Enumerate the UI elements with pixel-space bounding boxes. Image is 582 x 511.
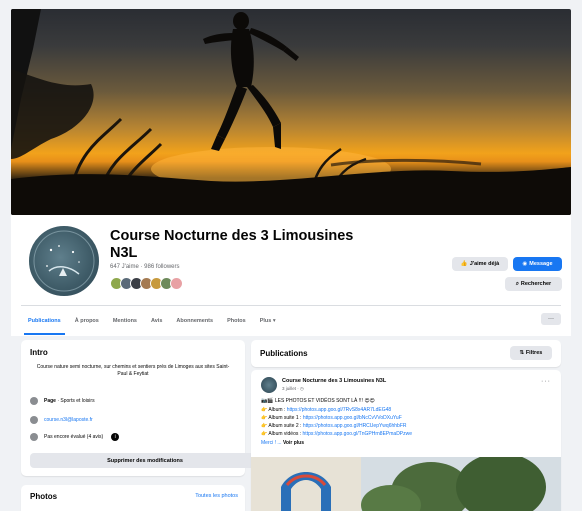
message-button-label: Message xyxy=(529,261,553,267)
photos-card: Photos Toutes les photos xyxy=(21,485,245,511)
post-see-more-line: Merci ! ... Voir plus xyxy=(261,440,304,446)
post-album-label: 👉 Album vidéos : xyxy=(261,431,303,437)
post-album-link[interactable]: https://photos.app.goo.gl/HRCUepYwq6hhbF… xyxy=(303,423,407,429)
avatar-logo-illustration xyxy=(33,230,95,292)
category-label: Page xyxy=(44,398,56,404)
post-album-line: 👉 Album vidéos : https://photos.app.goo.… xyxy=(261,431,412,437)
post-image[interactable] xyxy=(251,457,561,511)
cover-photo-illustration xyxy=(11,9,571,215)
post-album-line: 👉 Album suite 2 : https://photos.app.goo… xyxy=(261,423,406,429)
tab-avis[interactable]: Avis xyxy=(144,311,169,331)
tab-publications[interactable]: Publications xyxy=(21,311,68,335)
filter-button[interactable]: ⇅ Filtres xyxy=(510,346,552,360)
post-author-avatar[interactable] xyxy=(261,377,277,393)
messenger-icon: ◉ xyxy=(522,261,528,267)
liked-button[interactable]: 👍 J'aime déjà xyxy=(452,257,508,271)
header-divider xyxy=(21,305,561,306)
page-tabs: Publications À propos Mentions Avis Abon… xyxy=(21,311,283,335)
post-menu-icon[interactable]: ··· xyxy=(541,378,551,385)
post-headline: 📷🎬 LES PHOTOS ET VIDÉOS SONT LÀ !!! 😍😍 xyxy=(261,398,375,404)
tab-mentions[interactable]: Mentions xyxy=(106,311,144,331)
search-button[interactable]: ⌕ Rechercher xyxy=(505,277,562,291)
star-icon xyxy=(30,433,38,441)
follower-avatar[interactable] xyxy=(170,277,183,290)
intro-rating-row: Pas encore évalué (4 avis) i xyxy=(30,433,120,441)
tab-photos[interactable]: Photos xyxy=(220,311,253,331)
rating-text: Pas encore évalué (4 avis) xyxy=(44,434,104,440)
intro-title: Intro xyxy=(30,348,48,357)
post-text-prefix: Merci ! ... xyxy=(261,440,283,446)
flag-icon xyxy=(30,397,38,405)
post-album-label: 👉 Album suite 1 : xyxy=(261,415,303,421)
info-icon[interactable]: i xyxy=(111,433,120,441)
cover-photo[interactable] xyxy=(11,9,571,215)
page-title: Course Nocturne des 3 Limousines N3L xyxy=(110,228,354,261)
post-card: Course Nocturne des 3 Limousines N3L 3 j… xyxy=(251,370,561,511)
tab-abonnements[interactable]: Abonnements xyxy=(169,311,220,331)
intro-description: Course nature semi nocturne, sur chemins… xyxy=(36,364,230,377)
publications-title: Publications xyxy=(260,349,308,358)
see-all-photos-link[interactable]: Toutes les photos xyxy=(195,493,238,499)
category-value[interactable]: Sports et loisirs xyxy=(60,398,94,404)
edit-details-button[interactable]: Supprimer des modifications xyxy=(30,453,260,468)
intro-email-row: course.n3l@laposte.fr xyxy=(30,416,93,424)
tab-more[interactable]: Plus ▾ xyxy=(253,311,283,331)
follower-avatars[interactable] xyxy=(110,277,183,291)
post-author[interactable]: Course Nocturne des 3 Limousines N3L xyxy=(282,378,386,384)
email-link[interactable]: course.n3l@laposte.fr xyxy=(44,417,93,423)
post-album-label: 👉 Album : xyxy=(261,407,287,413)
message-button[interactable]: ◉ Message xyxy=(513,257,562,271)
more-options-button[interactable]: ··· xyxy=(541,313,561,325)
email-icon xyxy=(30,416,38,424)
tab-a-propos[interactable]: À propos xyxy=(68,311,106,331)
page-stats[interactable]: 647 J'aime · 986 followers xyxy=(110,264,180,270)
photos-title: Photos xyxy=(30,492,58,501)
post-album-line: 👉 Album : https://photos.app.goo.gl/7RvS… xyxy=(261,407,391,413)
post-album-link[interactable]: https://photos.app.goo.gl/TnGPHrn8EPmaDP… xyxy=(303,431,413,437)
publications-card: Publications ⇅ Filtres xyxy=(251,340,561,367)
search-button-label: Rechercher xyxy=(520,281,552,287)
search-icon: ⌕ xyxy=(515,280,519,287)
intro-category-row: Page · Sports et loisirs xyxy=(30,397,95,405)
post-album-line: 👉 Album suite 1 : https://photos.app.goo… xyxy=(261,415,402,421)
filter-button-label: Filtres xyxy=(525,350,543,356)
post-album-label: 👉 Album suite 2 : xyxy=(261,423,303,429)
thumbs-up-icon: 👍 xyxy=(460,261,468,267)
post-album-link[interactable]: https://photos.app.goo.gl/bNcCvVVoDXuYuF xyxy=(303,415,402,421)
page-avatar[interactable] xyxy=(26,223,102,299)
post-image-illustration xyxy=(251,457,561,511)
liked-button-label: J'aime déjà xyxy=(469,261,500,267)
see-more-link[interactable]: Voir plus xyxy=(283,440,304,446)
post-date[interactable]: 3 juillet · ◷ xyxy=(282,386,304,392)
post-album-link[interactable]: https://photos.app.goo.gl/7RvS8x4AR7LdEG… xyxy=(287,407,392,413)
